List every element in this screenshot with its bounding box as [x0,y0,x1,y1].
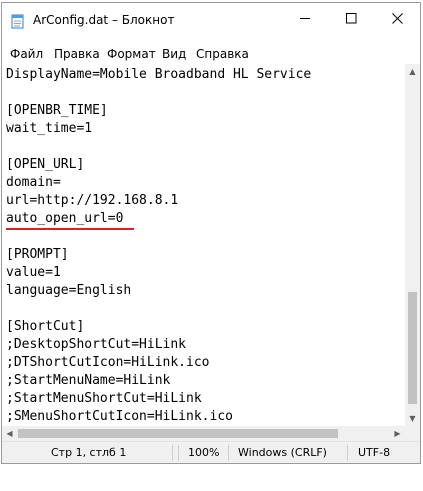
maximize-button[interactable] [328,3,374,33]
editor-line: ;StartMenuName=HiLink [6,373,171,388]
close-icon [391,12,403,24]
editor-line: ;SMenuShortCutIcon=HiLink.ico [6,409,233,424]
minimize-icon [299,17,310,19]
editor-line: [OPEN_URL] [6,157,85,172]
status-divider [172,445,173,461]
notepad-window: ArConfig.dat – Блокнот Файл Правка Форма… [1,2,421,464]
scroll-left-icon[interactable]: ◀ [2,426,17,441]
status-bar: Стр 1, стлб 1 100% Windows (CRLF) UTF-8 [2,441,420,463]
scroll-up-icon[interactable]: ▲ [405,64,420,79]
editor-line: domain= [6,175,61,190]
encoding: UTF-8 [358,446,391,459]
editor-line: ;StartMenuShortCut=HiLink [6,391,202,406]
editor-line: DisplayName=Mobile Broadband HL Service [6,67,312,82]
minimize-button[interactable] [282,3,328,33]
notepad-icon [11,14,24,29]
vertical-scroll-thumb[interactable] [408,292,417,404]
status-divider [228,445,229,461]
editor-line: language=English [6,283,132,298]
menu-edit[interactable]: Правка [54,47,100,61]
maximize-icon [345,12,356,23]
menu-view[interactable]: Вид [162,47,186,61]
window-title: ArConfig.dat – Блокнот [33,13,175,27]
editor-line: value=1 [6,265,61,280]
menu-format[interactable]: Формат [107,47,156,61]
horizontal-scrollbar[interactable]: ◀ ▶ [2,426,405,441]
menu-file[interactable]: Файл [10,47,43,61]
editor-line: ;DTShortCutIcon=HiLink.ico [6,355,210,370]
editor-line: [ShortCut] [6,319,85,334]
editor-line: url=http://192.168.8.1 [6,193,179,208]
text-editor[interactable]: DisplayName=Mobile Broadband HL Service … [2,64,405,426]
editor-line: wait_time=1 [6,121,93,136]
editor-line: auto_open_url=0 [6,211,124,226]
horizontal-scroll-thumb[interactable] [18,429,338,438]
menu-help[interactable]: Справка [196,47,249,61]
scrollbar-corner [405,426,420,441]
scroll-down-icon[interactable]: ▼ [405,411,420,426]
close-button[interactable] [374,3,420,33]
vertical-scrollbar[interactable]: ▲ ▼ [405,64,420,426]
editor-line: [OPENBR_TIME] [6,103,108,118]
editor-line: ;DesktopShortCut=HiLink [6,337,187,352]
status-divider [178,445,179,461]
scroll-right-icon[interactable]: ▶ [390,426,405,441]
title-bar[interactable]: ArConfig.dat – Блокнот [2,3,420,39]
red-underline-annotation [6,228,134,230]
line-endings: Windows (CRLF) [238,446,327,459]
menu-bar: Файл Правка Формат Вид Справка [2,44,420,64]
status-divider [347,445,348,461]
editor-line: [PROMPT] [6,247,69,262]
cursor-position: Стр 1, стлб 1 [51,446,127,459]
zoom-level: 100% [188,446,220,459]
